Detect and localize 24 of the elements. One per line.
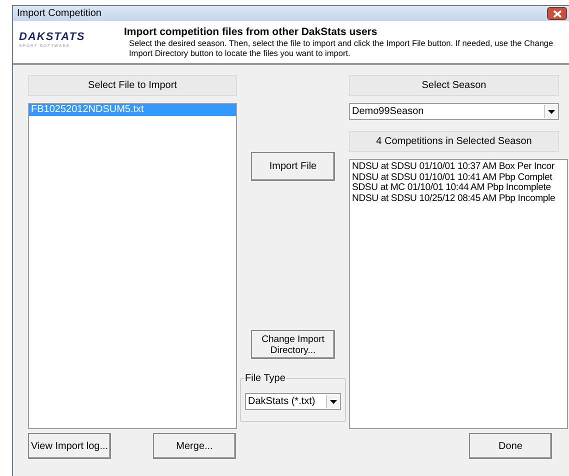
group-legend: File Type [244, 373, 286, 384]
window-title: Import Competition [17, 8, 102, 19]
logo-text: DAKSTATS [19, 32, 86, 43]
panel-label: Select Season [349, 75, 559, 96]
change-directory-button[interactable]: Change Import Directory... [251, 330, 335, 359]
close-button[interactable] [547, 7, 567, 20]
view-log-button[interactable]: View Import log... [28, 433, 111, 459]
merge-button[interactable]: Merge... [153, 433, 236, 459]
import-file-button[interactable]: Import File [251, 152, 335, 181]
panel-label: 4 Competitions in Selected Season [349, 131, 559, 152]
competition-item[interactable]: NDSU at SDSU 10/25/12 08:45 AM Pbp Incomple [352, 194, 567, 204]
file-type-dropdown[interactable]: DakStats (*.txt) [245, 393, 341, 410]
competition-list[interactable]: NDSU at SDSU 01/10/01 10:37 AM Box Per Incor NDSU at SDSU 01/10/01 10:41 AM Pbp Complet SDSU at MC 01/10/01 10:44 AM Pbp Incomplete NDSU at SDSU 10/25/12 08:45 AM Pbp Incomple [349, 159, 568, 429]
competition-item[interactable]: NDSU at SDSU 01/10/01 10:37 AM Box Per Incor [352, 162, 567, 172]
dropdown-arrow-icon [330, 400, 337, 404]
close-icon [552, 10, 562, 18]
competition-item[interactable]: NDSU at SDSU 01/10/01 10:41 AM Pbp Complet [352, 172, 567, 183]
panel-label: Select File to Import [28, 75, 237, 96]
competition-item[interactable]: SDSU at MC 01/10/01 10:44 AM Pbp Incomplete [352, 183, 567, 194]
season-dropdown[interactable]: Demo99Season [349, 103, 559, 120]
done-button[interactable]: Done [469, 433, 552, 459]
dropdown-arrow-icon [548, 110, 555, 114]
header-heading: Import competition files from other DakStats users [124, 27, 378, 38]
header-description: Select the desired season. Then, select the file to import and click the Import File button. If needed, use the Change Import Directory button to locate the files you want to import. [128, 38, 554, 58]
